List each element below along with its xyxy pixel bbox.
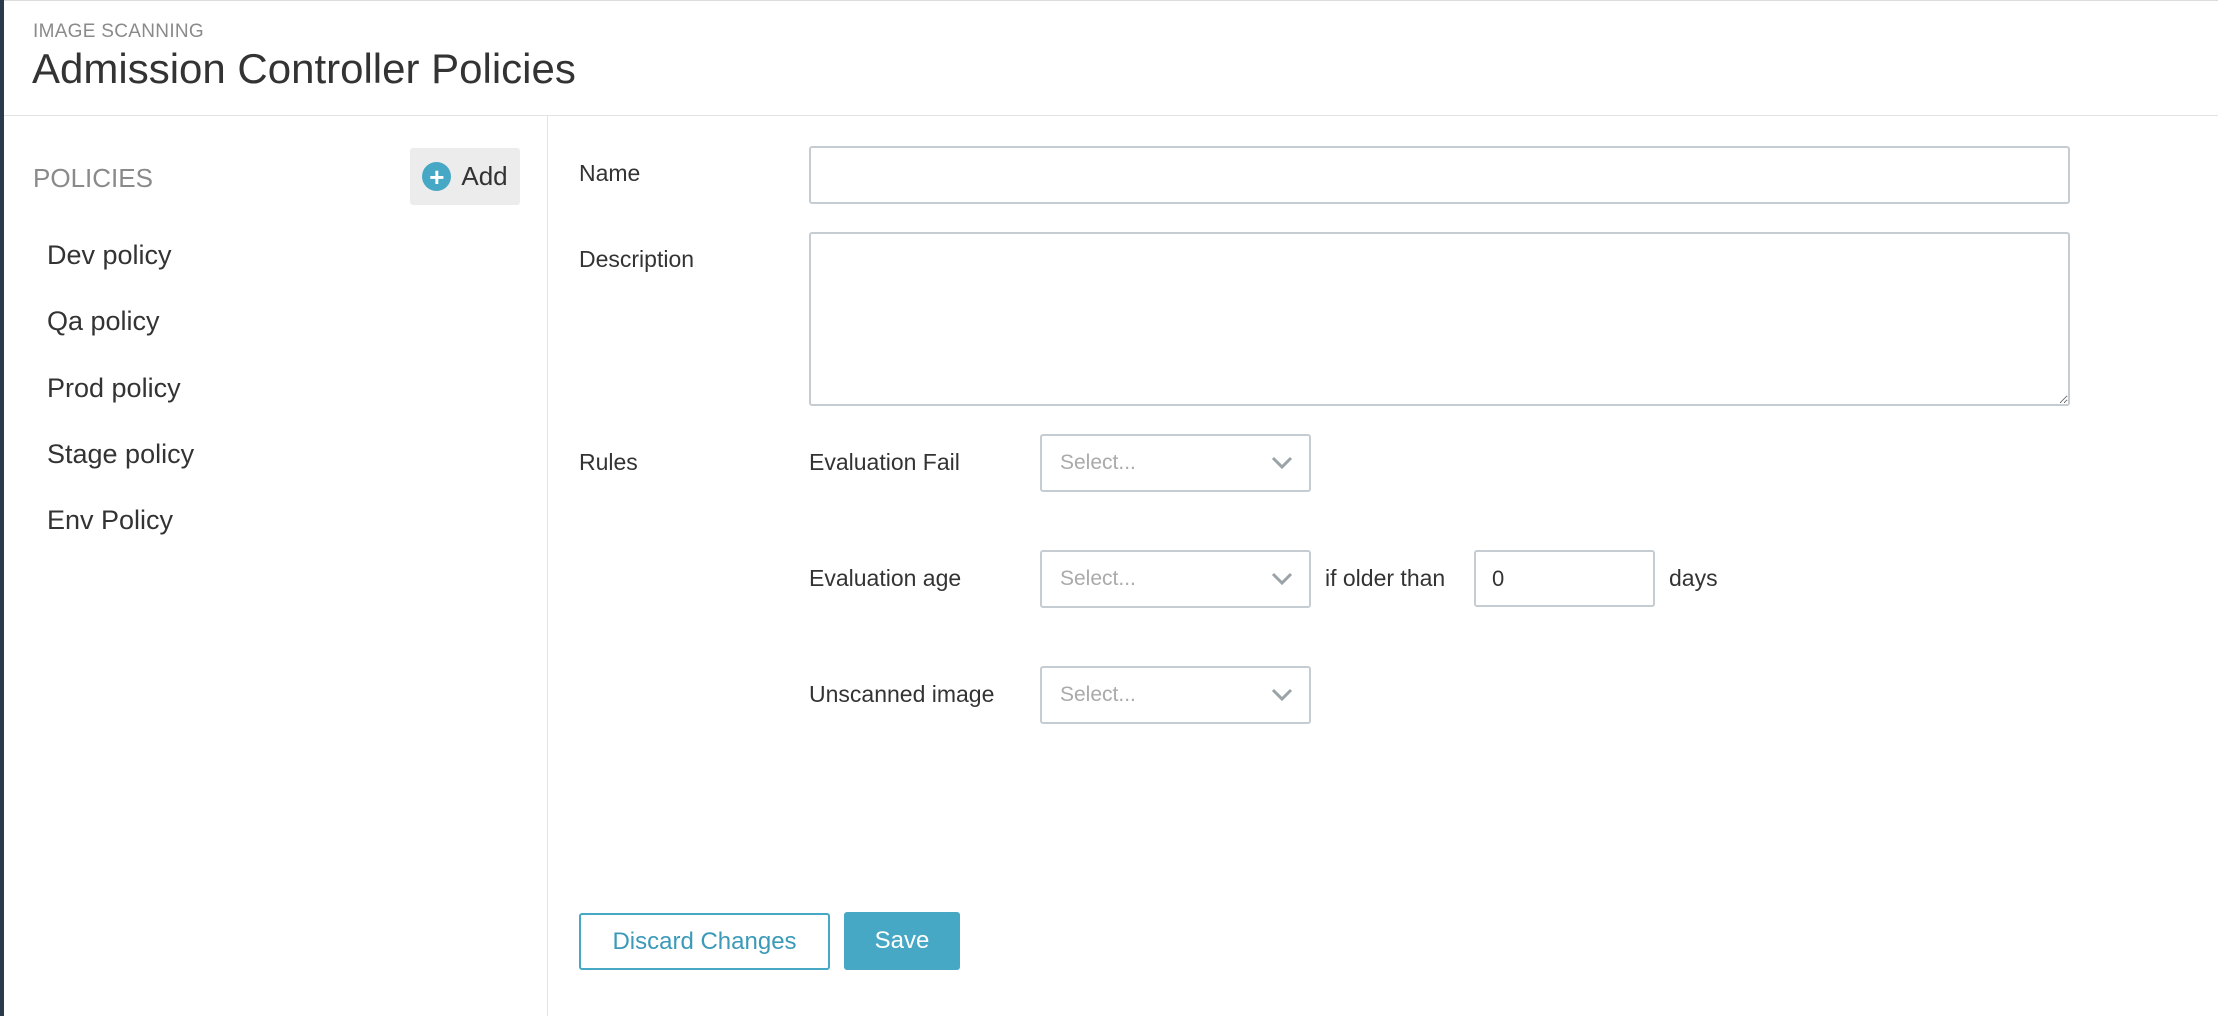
description-textarea[interactable] bbox=[809, 232, 2070, 406]
chevron-down-icon bbox=[1271, 572, 1293, 586]
discard-changes-button[interactable]: Discard Changes bbox=[579, 913, 830, 970]
evaluation-fail-select[interactable]: Select... bbox=[1040, 434, 1311, 492]
evaluation-fail-placeholder: Select... bbox=[1060, 451, 1136, 474]
unscanned-image-select[interactable]: Select... bbox=[1040, 666, 1311, 724]
policy-item-stage[interactable]: Stage policy bbox=[47, 439, 194, 470]
evaluation-age-label: Evaluation age bbox=[809, 565, 962, 591]
rules-label: Rules bbox=[579, 449, 638, 475]
policy-item-env[interactable]: Env Policy bbox=[47, 505, 173, 536]
policies-sidebar: POLICIES + Add Dev policy Qa policy Prod… bbox=[4, 116, 548, 1016]
page-header: IMAGE SCANNING Admission Controller Poli… bbox=[4, 1, 2218, 116]
policy-form: Name Description Rules Evaluation Fail S… bbox=[548, 116, 2218, 1016]
add-button-label: Add bbox=[461, 161, 508, 191]
add-policy-button[interactable]: + Add bbox=[410, 148, 520, 205]
policies-heading: POLICIES bbox=[33, 163, 153, 193]
policy-item-dev[interactable]: Dev policy bbox=[47, 240, 172, 271]
page-title: Admission Controller Policies bbox=[32, 45, 576, 92]
evaluation-age-select[interactable]: Select... bbox=[1040, 550, 1311, 608]
breadcrumb: IMAGE SCANNING bbox=[33, 21, 204, 42]
older-than-text: if older than bbox=[1325, 565, 1446, 591]
name-label: Name bbox=[579, 160, 641, 186]
days-input[interactable] bbox=[1474, 550, 1655, 607]
evaluation-age-placeholder: Select... bbox=[1060, 567, 1136, 590]
description-label: Description bbox=[579, 246, 695, 272]
policy-item-prod[interactable]: Prod policy bbox=[47, 373, 181, 404]
days-text: days bbox=[1669, 565, 1718, 591]
save-button[interactable]: Save bbox=[844, 912, 960, 970]
plus-circle-icon: + bbox=[422, 162, 452, 191]
evaluation-fail-label: Evaluation Fail bbox=[809, 449, 960, 475]
policy-item-qa[interactable]: Qa policy bbox=[47, 306, 160, 337]
chevron-down-icon bbox=[1271, 456, 1293, 470]
name-input[interactable] bbox=[809, 146, 2070, 204]
chevron-down-icon bbox=[1271, 688, 1293, 702]
unscanned-image-placeholder: Select... bbox=[1060, 683, 1136, 706]
unscanned-image-label: Unscanned image bbox=[809, 681, 995, 707]
